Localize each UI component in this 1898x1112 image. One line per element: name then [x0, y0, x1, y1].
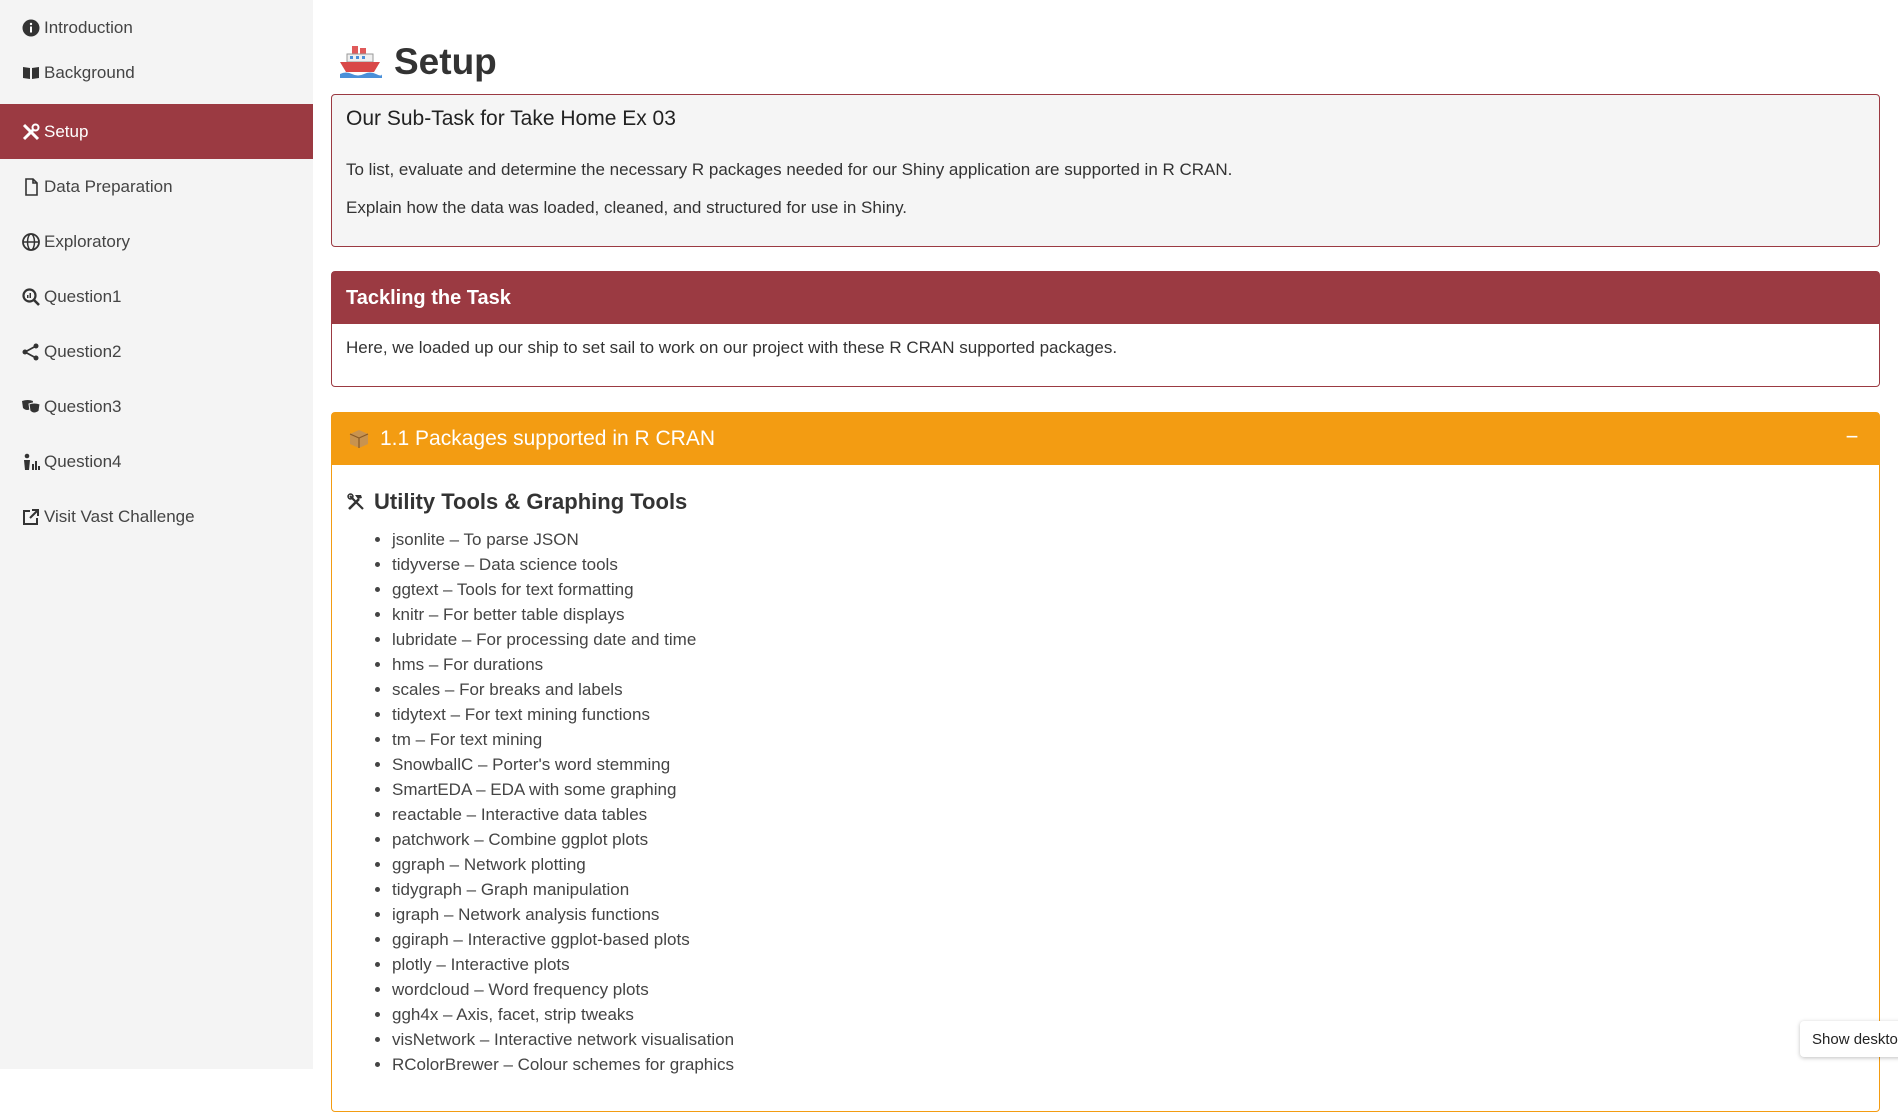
list-item: tidytext – For text mining functions — [392, 702, 734, 727]
list-item: tidygraph – Graph manipulation — [392, 877, 734, 902]
tackling-box: Tackling the Task Here, we loaded up our… — [331, 271, 1880, 387]
sidebar-item-label: Question2 — [44, 341, 122, 361]
page-title-text: Setup — [394, 41, 497, 82]
list-item: scales – For breaks and labels — [392, 677, 734, 702]
subtask-paragraph: Explain how the data was loaded, cleaned… — [346, 198, 908, 217]
list-item: tidyverse – Data science tools — [392, 552, 734, 577]
section-title-text: Utility Tools & Graphing Tools — [374, 489, 688, 514]
list-item: ggh4x – Axis, facet, strip tweaks — [392, 1002, 734, 1027]
subtask-box: Our Sub-Task for Take Home Ex 03 To list… — [331, 94, 1880, 247]
list-item: reactable – Interactive data tables — [392, 802, 734, 827]
sidebar-item-exploratory[interactable]: Exploratory — [0, 214, 313, 269]
book-open-icon — [20, 62, 41, 83]
sidebar-item-label: Data Preparation — [44, 176, 173, 196]
subtask-title: Our Sub-Task for Take Home Ex 03 — [346, 107, 676, 130]
search-chart-icon — [20, 286, 41, 307]
list-item: visNetwork – Interactive network visuali… — [392, 1027, 734, 1052]
share-nodes-icon — [20, 341, 41, 362]
sidebar: Introduction Background Setup Data Prepa… — [0, 0, 313, 1069]
sidebar-item-data-preparation[interactable]: Data Preparation — [0, 159, 313, 214]
list-item: ggraph – Network plotting — [392, 852, 734, 877]
subtask-paragraph: To list, evaluate and determine the nece… — [346, 160, 1233, 179]
list-item: igraph – Network analysis functions — [392, 902, 734, 927]
info-circle-icon — [20, 17, 41, 38]
ship-icon — [340, 46, 382, 78]
sidebar-item-background[interactable]: Background — [0, 45, 313, 100]
sidebar-item-setup[interactable]: Setup — [0, 104, 313, 159]
hammer-wrench-icon — [347, 493, 364, 510]
sidebar-item-label: Introduction — [44, 17, 133, 37]
section-title: Utility Tools & Graphing Tools — [346, 489, 687, 515]
package-icon — [349, 430, 369, 448]
packages-box-header: 1.1 Packages supported in R CRAN — [332, 413, 1879, 465]
sidebar-item-label: Setup — [44, 121, 89, 141]
sidebar-item-label: Question3 — [44, 396, 122, 416]
list-item: plotly – Interactive plots — [392, 952, 734, 977]
page-title: Setup — [338, 38, 497, 86]
sidebar-item-label: Background — [44, 62, 135, 82]
list-item: SmartEDA – EDA with some graphing — [392, 777, 734, 802]
packages-box-title: 1.1 Packages supported in R CRAN — [380, 427, 716, 450]
sidebar-item-question3[interactable]: Question3 — [0, 379, 313, 434]
tools-icon — [20, 121, 41, 142]
external-link-icon — [20, 506, 41, 527]
package-list: jsonlite – To parse JSON tidyverse – Dat… — [392, 527, 734, 1077]
list-item: wordcloud – Word frequency plots — [392, 977, 734, 1002]
sidebar-item-label: Visit Vast Challenge — [44, 506, 195, 526]
sidebar-item-label: Question4 — [44, 451, 122, 471]
packages-box: 1.1 Packages supported in R CRAN − Utili… — [331, 412, 1880, 1112]
file-icon — [20, 176, 41, 197]
sidebar-item-question4[interactable]: Question4 — [0, 434, 313, 489]
sidebar-item-label: Exploratory — [44, 231, 130, 251]
collapse-button[interactable]: − — [1841, 426, 1863, 449]
list-item: ggtext – Tools for text formatting — [392, 577, 734, 602]
sidebar-item-question2[interactable]: Question2 — [0, 324, 313, 379]
list-item: lubridate – For processing date and time — [392, 627, 734, 652]
tackling-box-header: Tackling the Task — [332, 272, 1879, 324]
list-item: hms – For durations — [392, 652, 734, 677]
list-item: knitr – For better table displays — [392, 602, 734, 627]
list-item: SnowballC – Porter's word stemming — [392, 752, 734, 777]
list-item: patchwork – Combine ggplot plots — [392, 827, 734, 852]
person-chart-icon — [20, 451, 41, 472]
show-desktop-tooltip: Show desktop — [1800, 1021, 1898, 1057]
tackling-box-body: Here, we loaded up our ship to set sail … — [346, 338, 1118, 357]
list-item: tm – For text mining — [392, 727, 734, 752]
globe-icon — [20, 231, 41, 252]
list-item: jsonlite – To parse JSON — [392, 527, 734, 552]
masks-icon — [20, 396, 41, 417]
sidebar-item-label: Question1 — [44, 286, 122, 306]
sidebar-item-visit-vast-challenge[interactable]: Visit Vast Challenge — [0, 489, 313, 544]
list-item: RColorBrewer – Colour schemes for graphi… — [392, 1052, 734, 1077]
list-item: ggiraph – Interactive ggplot-based plots — [392, 927, 734, 952]
sidebar-item-question1[interactable]: Question1 — [0, 269, 313, 324]
main-content: Setup Our Sub-Task for Take Home Ex 03 T… — [313, 0, 1898, 1112]
